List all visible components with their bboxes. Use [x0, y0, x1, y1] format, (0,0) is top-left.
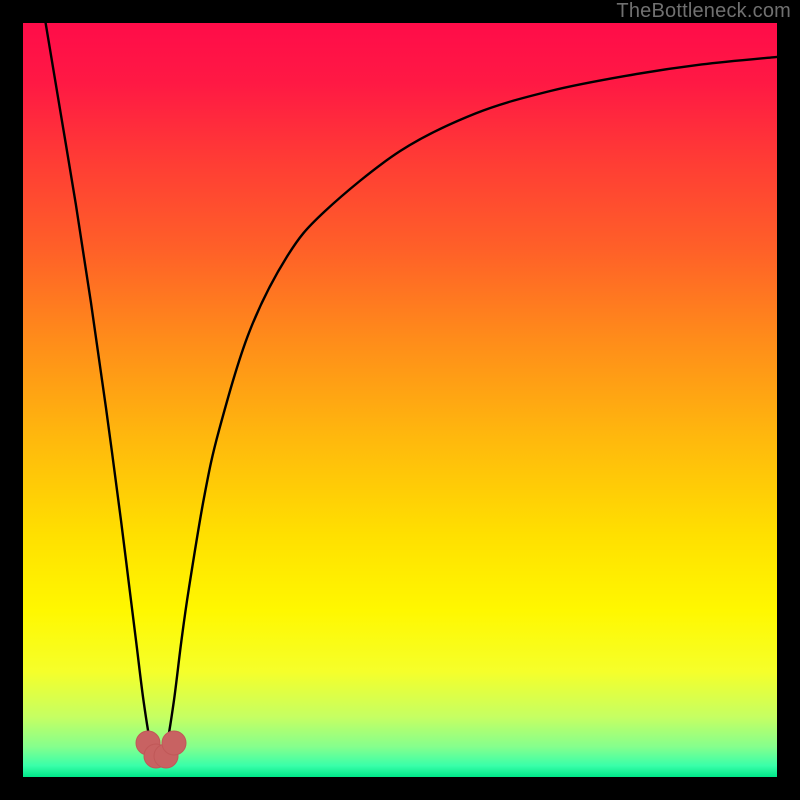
- chart-frame: TheBottleneck.com: [0, 0, 800, 800]
- watermark-text: TheBottleneck.com: [616, 0, 791, 23]
- plot-area: [23, 23, 777, 777]
- bottleneck-curve: [23, 23, 777, 777]
- optimal-zone-marker: [136, 731, 186, 768]
